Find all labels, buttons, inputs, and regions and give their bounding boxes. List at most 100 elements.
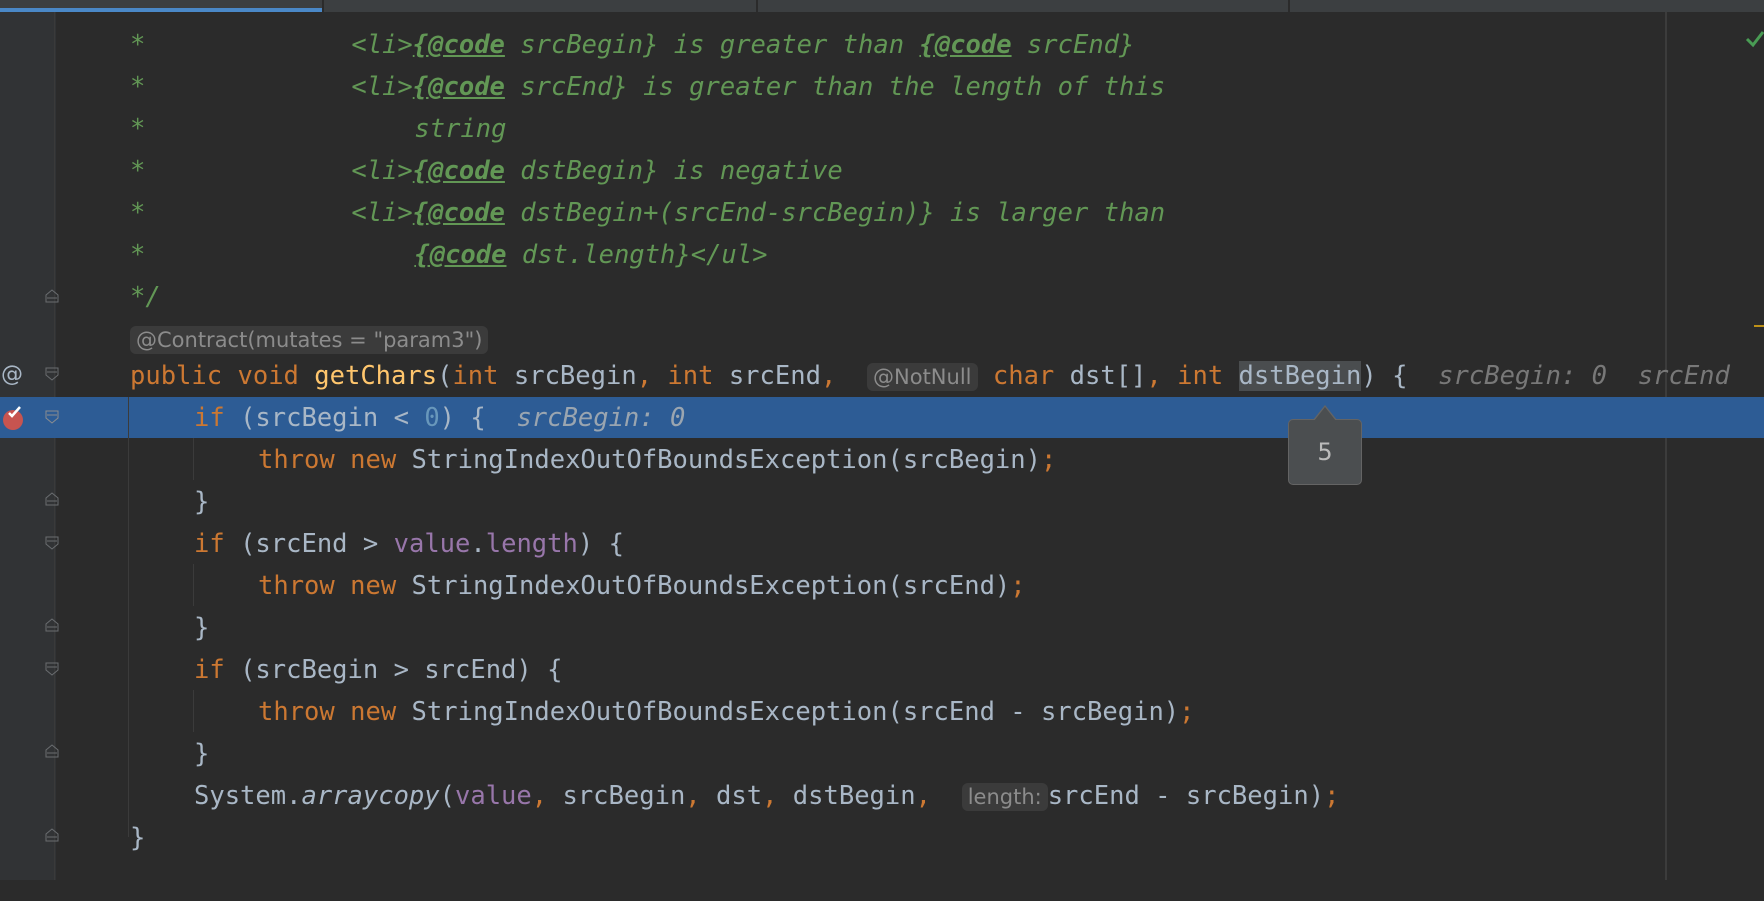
- comment-text: dstBegin+(srcEnd-srcBegin)}: [504, 198, 935, 228]
- code-line[interactable]: }: [0, 607, 209, 649]
- field-ref[interactable]: value: [394, 529, 471, 559]
- comma: ,: [1146, 361, 1162, 391]
- debug-value-tooltip[interactable]: 5: [1288, 419, 1362, 485]
- indent-guide: [128, 397, 129, 837]
- comment-text: srcEnd}: [1011, 30, 1135, 60]
- code-line[interactable]: */: [0, 276, 161, 318]
- fold-end-icon[interactable]: [44, 491, 60, 507]
- debug-value-hint: srcBegin: 0: [516, 403, 686, 433]
- html-tag: <li>: [351, 72, 413, 102]
- inspection-ok-icon[interactable]: [1745, 28, 1764, 50]
- keyword: if: [194, 529, 225, 559]
- code-line[interactable]: }: [0, 733, 209, 775]
- debug-value-hint: srcEnd: [1637, 361, 1730, 391]
- scrollbar-mark-icon[interactable]: [1752, 314, 1764, 327]
- paren: (: [439, 781, 455, 811]
- parameter-name-inlay[interactable]: length:: [961, 783, 1048, 811]
- method-signature-line[interactable]: public void getChars(int srcBegin, int s…: [0, 355, 1730, 397]
- current-execution-line[interactable]: if (srcBegin < 0) { srcBegin: 0: [0, 397, 685, 439]
- comment-text: srcEnd}: [504, 72, 628, 102]
- code-line[interactable]: * <li>{@code dstBegin+(srcEnd-srcBegin)} …: [0, 192, 1165, 234]
- code-line[interactable]: if (srcBegin > srcEnd) {: [0, 649, 562, 691]
- javadoc-tag: {@code: [919, 30, 1012, 60]
- field-ref[interactable]: value: [455, 781, 532, 811]
- code-line[interactable]: * <li>{@code dstBegin} is negative: [0, 150, 843, 192]
- comment-star: *: [130, 30, 146, 60]
- fold-start-icon[interactable]: [44, 535, 60, 551]
- field-ref[interactable]: length: [486, 529, 578, 559]
- dot: .: [470, 529, 486, 559]
- comment-text: srcBegin}: [504, 30, 659, 60]
- code-line[interactable]: }: [0, 817, 145, 859]
- expression: StringIndexOutOfBoundsException(srcEnd -…: [396, 697, 1180, 727]
- expression: StringIndexOutOfBoundsException(srcBegin…: [396, 445, 1041, 475]
- paren: (: [437, 361, 453, 391]
- keyword: new: [350, 571, 397, 601]
- code-line[interactable]: * <li>{@code srcEnd} is greater than the …: [0, 66, 1165, 108]
- code-line[interactable]: @Contract(mutates = "param3"): [0, 318, 489, 360]
- fold-end-icon[interactable]: [44, 288, 60, 304]
- param-dst[interactable]: dst[]: [1054, 361, 1147, 391]
- code-line[interactable]: System.arraycopy(value, srcBegin, dst, d…: [0, 775, 1339, 817]
- debug-value-hint: srcBegin: 0: [1438, 361, 1608, 391]
- code-line[interactable]: * <li>{@code srcBegin} is greater than {@…: [0, 24, 1134, 66]
- method-name[interactable]: getChars: [314, 361, 437, 391]
- fold-start-icon[interactable]: [44, 366, 60, 382]
- argument: srcEnd - srcBegin: [1047, 781, 1309, 811]
- condition: (srcBegin <: [224, 403, 425, 433]
- condition: (srcEnd >: [224, 529, 394, 559]
- comment-text: dst.length}: [506, 240, 691, 270]
- editor-tab-bar[interactable]: [0, 0, 1764, 12]
- javadoc-tag: {@code: [412, 198, 505, 228]
- keyword: int: [1177, 361, 1224, 391]
- tab-separator: [322, 0, 324, 12]
- contract-inlay-hint[interactable]: @Contract(mutates = "param3"): [130, 326, 489, 354]
- brace: ) {: [1361, 361, 1408, 391]
- semicolon: ;: [1324, 781, 1340, 811]
- code-line[interactable]: throw new StringIndexOutOfBoundsExceptio…: [0, 691, 1195, 733]
- fold-end-icon[interactable]: [44, 827, 60, 843]
- javadoc-tag: {@code: [412, 156, 505, 186]
- comment-star: *: [130, 240, 146, 270]
- param-dstBegin[interactable]: dstBegin: [1238, 361, 1362, 391]
- param-srcBegin[interactable]: srcBegin: [499, 361, 637, 391]
- param-srcEnd[interactable]: srcEnd: [713, 361, 821, 391]
- html-tag: <li>: [351, 198, 413, 228]
- tooltip-value: 5: [1317, 438, 1333, 466]
- keyword: new: [350, 697, 397, 727]
- semicolon: ;: [1179, 697, 1195, 727]
- javadoc-tag: {@code: [412, 72, 505, 102]
- method-call[interactable]: arraycopy: [301, 781, 439, 811]
- comma: ,: [762, 781, 778, 811]
- brace: }: [194, 613, 210, 643]
- code-line[interactable]: throw new StringIndexOutOfBoundsExceptio…: [0, 565, 1026, 607]
- keyword: void: [237, 361, 299, 391]
- code-line[interactable]: * string: [0, 108, 506, 150]
- tab-separator: [1288, 0, 1290, 12]
- comment-star: *: [130, 198, 146, 228]
- comment-text: is negative: [658, 156, 843, 186]
- keyword: int: [452, 361, 499, 391]
- condition: (srcBegin > srcEnd) {: [224, 655, 563, 685]
- semicolon: ;: [1010, 571, 1026, 601]
- fold-start-icon[interactable]: [44, 409, 60, 425]
- code-line[interactable]: * {@code dst.length}</ul>: [0, 234, 767, 276]
- fold-start-icon[interactable]: [44, 661, 60, 677]
- brace: }: [194, 739, 210, 769]
- indent-guide: [193, 690, 194, 732]
- keyword: throw: [258, 571, 335, 601]
- code-line[interactable]: }: [0, 481, 209, 523]
- keyword: char: [992, 361, 1055, 391]
- fold-end-icon[interactable]: [44, 617, 60, 633]
- javadoc-tag: {@code: [414, 240, 507, 270]
- comma: ,: [531, 781, 548, 811]
- class-ref: System.: [194, 781, 302, 811]
- keyword: if: [194, 655, 225, 685]
- fold-end-icon[interactable]: [44, 743, 60, 759]
- expression: StringIndexOutOfBoundsException(srcEnd): [396, 571, 1011, 601]
- notnull-inlay-hint[interactable]: @NotNull: [867, 363, 978, 391]
- code-line[interactable]: throw new StringIndexOutOfBoundsExceptio…: [0, 439, 1056, 481]
- code-line[interactable]: if (srcEnd > value.length) {: [0, 523, 624, 565]
- comma: ,: [915, 781, 931, 811]
- brace: ) {: [577, 529, 624, 559]
